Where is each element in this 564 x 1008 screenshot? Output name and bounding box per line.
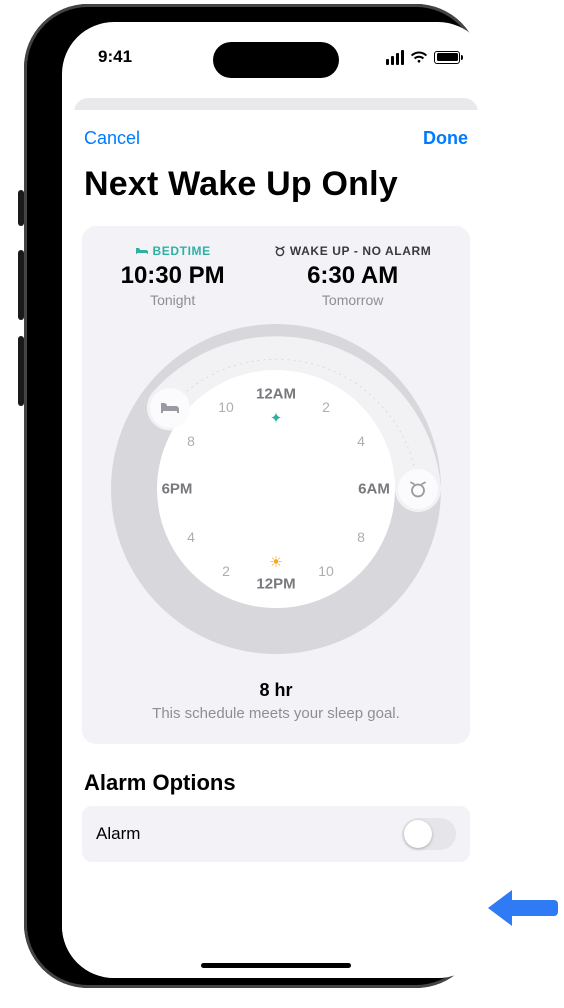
alarm-row: Alarm: [82, 806, 470, 862]
alarm-icon: [408, 479, 428, 499]
schedule-summary: 8 hr This schedule meets your sleep goal…: [96, 680, 456, 722]
dial-4am: 4: [357, 433, 365, 449]
toggle-thumb: [404, 820, 432, 848]
dial-6am: 6AM: [358, 481, 390, 498]
cancel-button[interactable]: Cancel: [84, 128, 140, 149]
status-right: [386, 50, 460, 65]
dial-2pm: 2: [222, 563, 230, 579]
sun-icon: ☀: [269, 553, 282, 571]
dynamic-island: [213, 42, 339, 78]
wakeup-col: WAKE UP - NO ALARM 6:30 AM Tomorrow: [274, 244, 431, 308]
dial-10pm: 10: [218, 399, 234, 415]
times-row: BEDTIME 10:30 PM Tonight WAKE UP - NO AL…: [96, 244, 456, 308]
dial-8am: 8: [357, 529, 365, 545]
wifi-icon: [410, 50, 428, 64]
sheet: Cancel Done Next Wake Up Only BEDTIME 10…: [62, 110, 490, 978]
dial-10am: 10: [318, 563, 334, 579]
wakeup-knob[interactable]: [398, 469, 438, 509]
callout-arrow: [488, 890, 558, 926]
sleep-duration: 8 hr: [96, 680, 456, 701]
bed-icon: [159, 400, 181, 416]
battery-icon: [434, 51, 460, 64]
dial-8pm: 8: [187, 433, 195, 449]
dial-4pm: 4: [187, 529, 195, 545]
dial-12pm: 12PM: [256, 576, 295, 593]
dial-2am: 2: [322, 399, 330, 415]
bedtime-time: 10:30 PM: [121, 262, 225, 290]
wakeup-day: Tomorrow: [274, 292, 431, 308]
page-title: Next Wake Up Only: [82, 159, 470, 226]
status-time: 9:41: [98, 47, 132, 67]
sleep-dial[interactable]: 12AM 2 4 6AM 8 10 12PM 2 4 6PM 8 10 ✦ ☀: [111, 324, 441, 654]
dial-6pm: 6PM: [162, 481, 193, 498]
bedtime-knob[interactable]: [150, 388, 190, 428]
home-indicator[interactable]: [201, 963, 351, 968]
wakeup-time: 6:30 AM: [274, 262, 431, 290]
alarm-options-title: Alarm Options: [82, 770, 470, 796]
wakeup-label-text: WAKE UP - NO ALARM: [290, 244, 431, 258]
stars-icon: ✦: [270, 409, 283, 427]
bedtime-label-text: BEDTIME: [153, 244, 211, 258]
done-button[interactable]: Done: [423, 128, 468, 149]
dial-12am: 12AM: [256, 386, 296, 403]
sleep-goal-message: This schedule meets your sleep goal.: [96, 705, 456, 722]
alarm-icon: [274, 245, 286, 257]
bedtime-col: BEDTIME 10:30 PM Tonight: [121, 244, 225, 308]
alarm-toggle[interactable]: [402, 818, 456, 850]
bedtime-label: BEDTIME: [121, 244, 225, 258]
screen: 9:41 Cancel Done Next Wake Up Only: [62, 22, 490, 978]
nav-row: Cancel Done: [82, 110, 470, 159]
wakeup-label: WAKE UP - NO ALARM: [274, 244, 431, 258]
schedule-card: BEDTIME 10:30 PM Tonight WAKE UP - NO AL…: [82, 226, 470, 744]
cellular-icon: [386, 50, 404, 65]
bedtime-day: Tonight: [121, 292, 225, 308]
bed-icon: [135, 246, 149, 256]
alarm-label: Alarm: [96, 824, 140, 844]
phone-frame: 9:41 Cancel Done Next Wake Up Only: [24, 4, 480, 988]
